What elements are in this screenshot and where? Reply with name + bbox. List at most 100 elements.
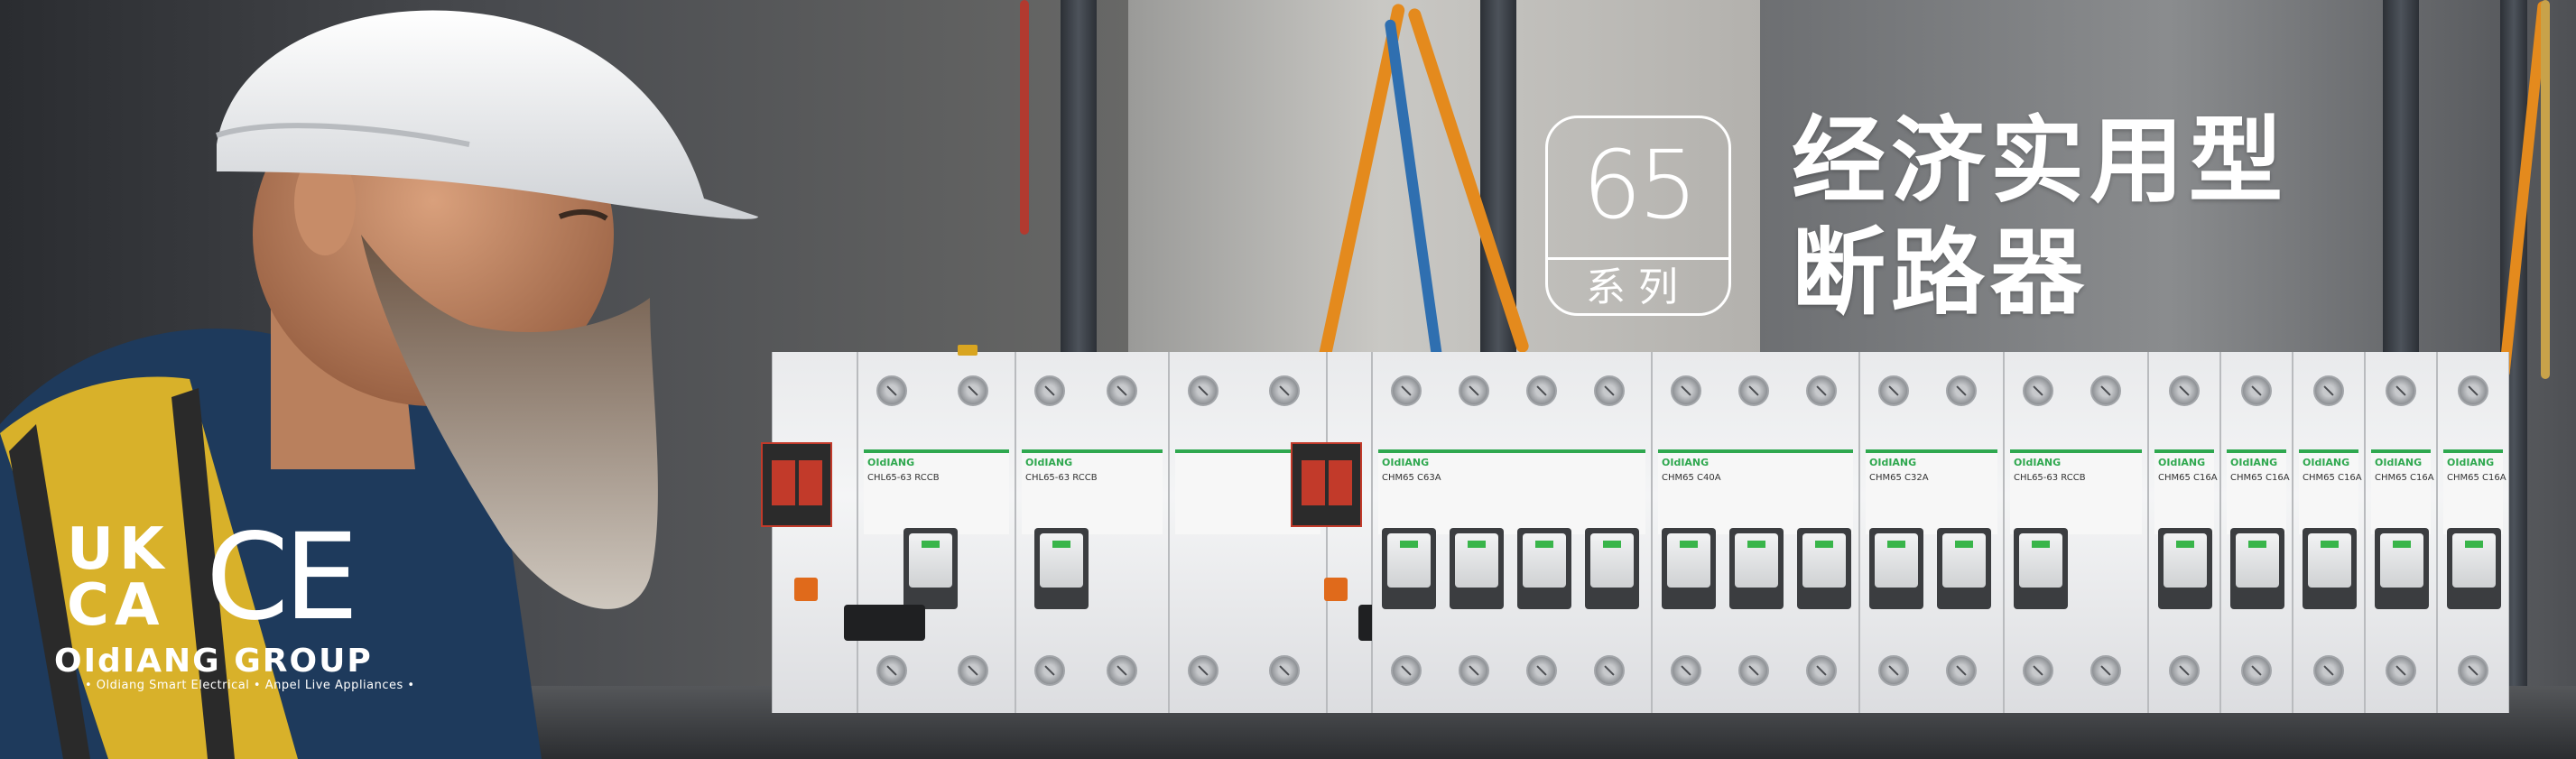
breaker-handle (2375, 528, 2429, 609)
module-model: CHM65 C16A (2158, 473, 2218, 483)
module-brand: OIdIANG (1869, 457, 1917, 468)
brand-logo: OIdIANG GROUP (54, 643, 373, 680)
breaker-module: OIdIANG CHM65 C16A (2220, 352, 2293, 713)
terminal-screw (2241, 375, 2272, 406)
terminal-screw (1806, 655, 1837, 686)
module-model: CHM65 C16A (2447, 473, 2507, 483)
residual-indicator (761, 442, 832, 527)
breaker-module: OIdIANG CHM65 C16A (2293, 352, 2365, 713)
terminal-screw (876, 375, 907, 406)
module-label: OIdIANG CHL65-63 RCCB (864, 449, 1009, 534)
module-model: CHM65 C32A (1869, 473, 1929, 483)
terminal-screw (1594, 375, 1625, 406)
breaker-handle (1937, 528, 1991, 609)
residual-indicator (1291, 442, 1362, 527)
terminal-screw (1878, 375, 1909, 406)
terminal-screw (2023, 655, 2053, 686)
terminal-screw (1459, 375, 1489, 406)
module-label: OIdIANG CHL65-63 RCCB (1022, 449, 1163, 534)
terminal-screw (1738, 375, 1769, 406)
terminal-screw (2458, 375, 2488, 406)
terminal-screw (1526, 375, 1557, 406)
series-number: 65 (1581, 130, 1698, 240)
terminal-screw (1188, 655, 1219, 686)
module-label: OIdIANG CHM65 C63A (1378, 449, 1645, 534)
terminal-screw (1269, 655, 1300, 686)
module-brand: OIdIANG (2230, 457, 2278, 468)
module-model: CHM65 C16A (2230, 473, 2290, 483)
test-button (794, 578, 818, 601)
breaker-handle (1382, 528, 1436, 609)
terminal-screw (1671, 655, 1701, 686)
series-divider (1548, 257, 1728, 260)
module-label: OIdIANG CHM65 C16A (2299, 449, 2362, 534)
terminal-screw (2458, 655, 2488, 686)
breaker-handle (2303, 528, 2357, 609)
breaker-handle (903, 528, 958, 609)
breaker-handle (2014, 528, 2068, 609)
banner: OIdIANG CHL65-63 RCCB OIdIANG CHL65-63 R… (0, 0, 2576, 759)
breaker-module: OIdIANG CHM65 C16A (2365, 352, 2437, 713)
module-model: CHM65 C16A (2375, 473, 2434, 483)
module-label: OIdIANG CHL65-63 RCCB (2010, 449, 2142, 534)
module-brand: OIdIANG (2014, 457, 2062, 468)
terminal-screw (1594, 655, 1625, 686)
module-brand: OIdIANG (1025, 457, 1073, 468)
terminal-screw (1391, 375, 1422, 406)
breaker-module: OIdIANG CHM65 C32A (1859, 352, 2004, 713)
module-model: CHM65 C63A (1382, 473, 1441, 483)
terminal-screw (1269, 375, 1300, 406)
breaker-handle (2447, 528, 2501, 609)
module-brand: OIdIANG (2158, 457, 2206, 468)
terminal-screw (1738, 655, 1769, 686)
module-brand: OIdIANG (2447, 457, 2495, 468)
module-label: OIdIANG CHM65 C16A (2227, 449, 2290, 534)
breaker-module: OIdIANG CHM65 C40A (1652, 352, 1859, 713)
headline-line-1: 经济实用型 (1792, 106, 2289, 216)
ukca-mark: UK CA (67, 516, 170, 639)
module-label: OIdIANG CHM65 C32A (1866, 449, 1997, 534)
breaker-module (1169, 352, 1327, 713)
breaker-assembly: OIdIANG CHL65-63 RCCB OIdIANG CHL65-63 R… (761, 345, 2527, 713)
terminal-screw (2386, 655, 2416, 686)
wire (2541, 0, 2550, 379)
lever (844, 605, 925, 641)
terminal-screw (2386, 375, 2416, 406)
breaker-module: OIdIANG CHL65-63 RCCB (2004, 352, 2148, 713)
terminal-screw (2313, 375, 2344, 406)
brand-tagline: • Oldiang Smart Electrical • Anpel Live … (85, 679, 415, 692)
terminal-screw (1188, 375, 1219, 406)
ukca-top: UK (67, 516, 170, 583)
breaker-handle (1729, 528, 1784, 609)
module-model: CHL65-63 RCCB (1025, 473, 1098, 483)
module-brand: OIdIANG (1662, 457, 1710, 468)
breaker-module: OIdIANG CHL65-63 RCCB (1015, 352, 1169, 713)
breaker-handle (2230, 528, 2284, 609)
terminal-screw (1391, 655, 1422, 686)
module-label: OIdIANG CHM65 C16A (2154, 449, 2218, 534)
wire (1020, 0, 1029, 235)
module-model: CHL65-63 RCCB (2014, 473, 2086, 483)
terminal-screw (1946, 375, 1977, 406)
module-brand: OIdIANG (1382, 457, 1430, 468)
headline-line-2: 断路器 (1792, 218, 2090, 328)
module-label: OIdIANG CHM65 C40A (1658, 449, 1853, 534)
end-module (1327, 352, 1372, 713)
ukca-bottom: CA (67, 572, 165, 639)
breaker-handle (1450, 528, 1504, 609)
breaker-module: OIdIANG CHL65-63 RCCB (857, 345, 1015, 713)
breaker-handle (1517, 528, 1571, 609)
terminal-screw (1034, 655, 1065, 686)
terminal-screw (1878, 655, 1909, 686)
module-model: CHM65 C16A (2303, 473, 2362, 483)
terminal-screw (1107, 655, 1137, 686)
module-label: OIdIANG CHM65 C16A (2443, 449, 2507, 534)
terminal-screw (1526, 655, 1557, 686)
breaker-module: OIdIANG CHM65 C16A (2437, 352, 2509, 713)
breaker-module: OIdIANG CHM65 C16A (2148, 352, 2220, 713)
breaker-handle (2158, 528, 2212, 609)
terminal-screw (2090, 375, 2121, 406)
terminal-screw (2090, 655, 2121, 686)
breaker-handle (1869, 528, 1923, 609)
test-button (1324, 578, 1348, 601)
